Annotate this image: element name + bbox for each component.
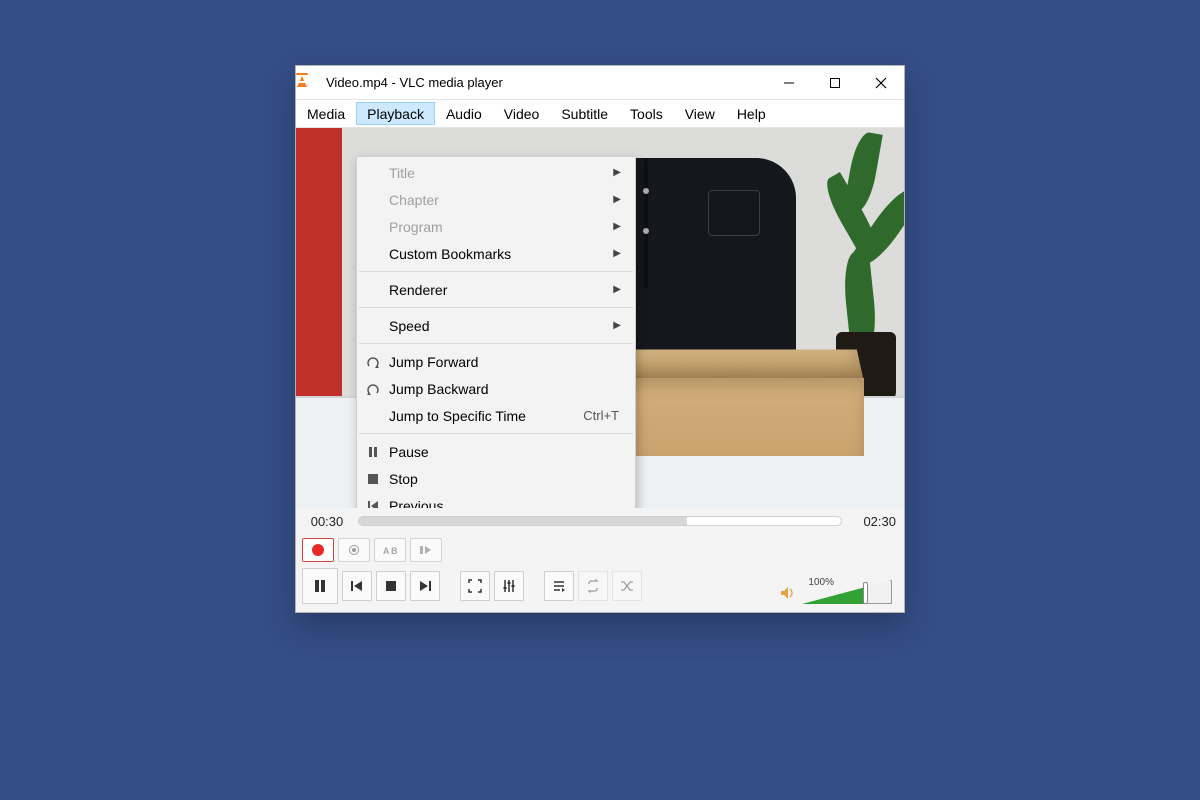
menuitem-label: Title xyxy=(389,165,613,181)
menu-playback[interactable]: Playback xyxy=(356,102,435,125)
loop-a-button[interactable]: AB xyxy=(374,538,406,562)
vlc-cone-icon xyxy=(302,75,318,91)
video-area[interactable]: Title▶Chapter▶Program▶Custom Bookmarks▶R… xyxy=(296,128,904,508)
submenu-arrow-icon: ▶ xyxy=(613,194,625,205)
menu-separator xyxy=(359,343,633,344)
menuitem-title: Title▶ xyxy=(357,159,635,186)
seek-progress xyxy=(359,517,687,525)
menubar: MediaPlaybackAudioVideoSubtitleToolsView… xyxy=(296,100,904,128)
record-icon xyxy=(312,544,324,556)
elapsed-time: 00:30 xyxy=(304,514,350,529)
menu-separator xyxy=(359,433,633,434)
skip-next-icon xyxy=(418,579,432,593)
menuitem-label: Jump Forward xyxy=(389,354,625,370)
shuffle-icon xyxy=(620,579,634,593)
menuitem-label: Program xyxy=(389,219,613,235)
menuitem-previous[interactable]: Previous xyxy=(357,492,635,508)
menuitem-program: Program▶ xyxy=(357,213,635,240)
speaker-icon[interactable] xyxy=(780,585,796,604)
stop-icon xyxy=(357,473,389,485)
volume-label: 100% xyxy=(808,577,834,588)
submenu-arrow-icon: ▶ xyxy=(613,248,625,259)
frame-step-button[interactable] xyxy=(410,538,442,562)
maximize-button[interactable] xyxy=(812,66,858,100)
menu-audio[interactable]: Audio xyxy=(435,100,493,127)
submenu-arrow-icon: ▶ xyxy=(613,221,625,232)
extended-settings-button[interactable] xyxy=(494,571,524,601)
menuitem-pause[interactable]: Pause xyxy=(357,438,635,465)
submenu-arrow-icon: ▶ xyxy=(613,284,625,295)
menu-media[interactable]: Media xyxy=(296,100,356,127)
seek-track[interactable] xyxy=(358,516,842,526)
menuitem-speed[interactable]: Speed▶ xyxy=(357,312,635,339)
seek-bar-row: 00:30 02:30 xyxy=(296,508,904,534)
previous-button[interactable] xyxy=(342,571,372,601)
playlist-button[interactable] xyxy=(544,571,574,601)
prev-icon xyxy=(357,500,389,509)
menuitem-label: Previous xyxy=(389,498,625,509)
menuitem-label: Stop xyxy=(389,471,625,487)
pause-button[interactable] xyxy=(302,568,338,604)
menuitem-label: Custom Bookmarks xyxy=(389,246,613,262)
equalizer-icon xyxy=(502,579,516,593)
menuitem-stop[interactable]: Stop xyxy=(357,465,635,492)
volume-control: 100% xyxy=(808,568,898,604)
next-button[interactable] xyxy=(410,571,440,601)
menuitem-label: Renderer xyxy=(389,282,613,298)
playlist-icon xyxy=(552,579,566,593)
stop-button[interactable] xyxy=(376,571,406,601)
menu-tools[interactable]: Tools xyxy=(619,100,674,127)
titlebar: Video.mp4 - VLC media player xyxy=(296,66,904,100)
menuitem-label: Speed xyxy=(389,318,613,334)
total-time: 02:30 xyxy=(850,514,896,529)
record-button[interactable] xyxy=(302,538,334,562)
snapshot-button[interactable] xyxy=(338,538,370,562)
minimize-button[interactable] xyxy=(766,66,812,100)
player-controls: 100% xyxy=(296,566,904,612)
fullscreen-icon xyxy=(468,579,482,593)
skip-previous-icon xyxy=(350,579,364,593)
menuitem-label: Jump Backward xyxy=(389,381,625,397)
menu-separator xyxy=(359,271,633,272)
advanced-controls: AB xyxy=(296,534,904,566)
shuffle-button[interactable] xyxy=(612,571,642,601)
submenu-arrow-icon: ▶ xyxy=(613,320,625,331)
menu-video[interactable]: Video xyxy=(493,100,551,127)
loop-icon xyxy=(586,579,600,593)
vlc-window: Video.mp4 - VLC media player MediaPlayba… xyxy=(295,65,905,613)
menu-help[interactable]: Help xyxy=(726,100,777,127)
fullscreen-button[interactable] xyxy=(460,571,490,601)
menuitem-jump-to-specific-time[interactable]: Jump to Specific TimeCtrl+T xyxy=(357,402,635,429)
loop-button[interactable] xyxy=(578,571,608,601)
submenu-arrow-icon: ▶ xyxy=(613,167,625,178)
menuitem-label: Jump to Specific Time xyxy=(389,408,583,424)
playback-menu-dropdown: Title▶Chapter▶Program▶Custom Bookmarks▶R… xyxy=(356,156,636,508)
menu-subtitle[interactable]: Subtitle xyxy=(550,100,619,127)
pause-icon xyxy=(357,446,389,458)
window-title: Video.mp4 - VLC media player xyxy=(326,75,503,90)
camera-icon xyxy=(349,545,359,555)
menuitem-renderer[interactable]: Renderer▶ xyxy=(357,276,635,303)
stop-icon xyxy=(385,580,397,592)
pause-icon xyxy=(313,579,327,593)
close-button[interactable] xyxy=(858,66,904,100)
jump-forward-icon xyxy=(357,355,389,369)
menuitem-label: Chapter xyxy=(389,192,613,208)
menuitem-jump-backward[interactable]: Jump Backward xyxy=(357,375,635,402)
menu-view[interactable]: View xyxy=(674,100,726,127)
menuitem-label: Pause xyxy=(389,444,625,460)
svg-text:A: A xyxy=(383,546,390,556)
menuitem-custom-bookmarks[interactable]: Custom Bookmarks▶ xyxy=(357,240,635,267)
svg-text:B: B xyxy=(391,546,397,556)
menuitem-chapter: Chapter▶ xyxy=(357,186,635,213)
menu-separator xyxy=(359,307,633,308)
menuitem-jump-forward[interactable]: Jump Forward xyxy=(357,348,635,375)
menuitem-shortcut: Ctrl+T xyxy=(583,408,625,423)
jump-backward-icon xyxy=(357,382,389,396)
